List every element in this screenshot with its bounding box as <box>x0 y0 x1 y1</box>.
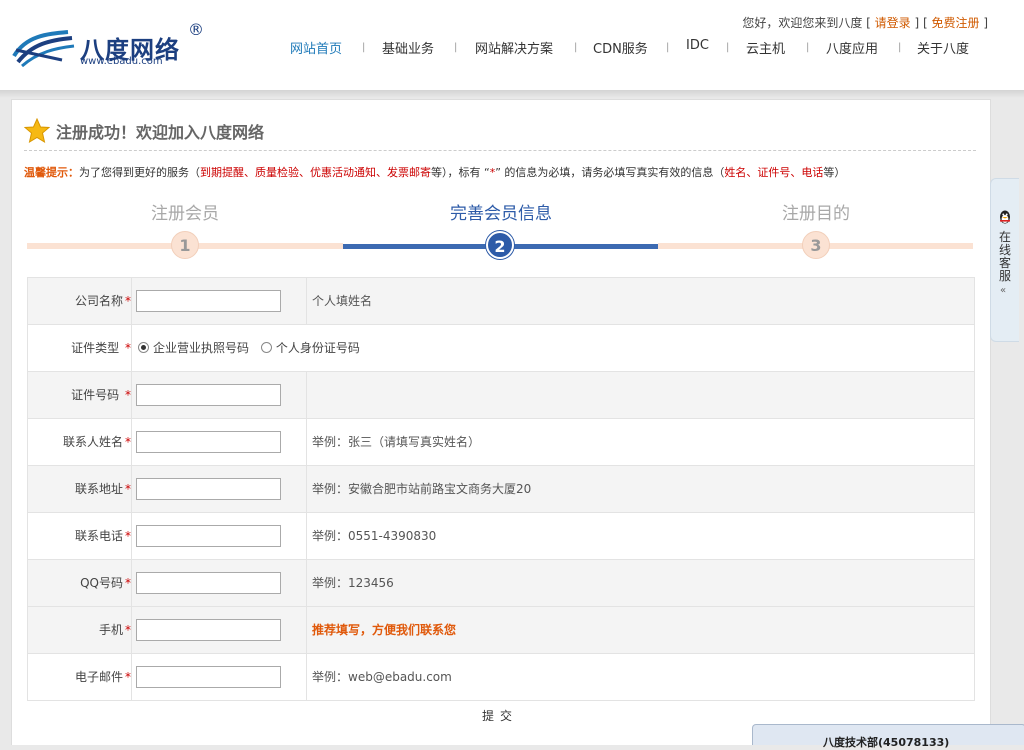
star-icon <box>24 118 50 144</box>
form-row-phone: 联系电话 * 举例：0551-4390830 <box>28 513 974 560</box>
qq-input[interactable] <box>136 572 281 594</box>
member-info-form: 公司名称 * 个人填姓名 证件类型 * 企业营业执照号码 个人身份证号码 证件号码… <box>27 277 975 701</box>
nav-item-website-solutions[interactable]: 网站解决方案 <box>475 38 553 57</box>
nav-item-about[interactable]: 关于八度 <box>917 38 969 57</box>
company-name-label: 公司名称 * <box>28 278 132 324</box>
nav-item-cloud-host[interactable]: 云主机 <box>746 38 785 57</box>
site-header: 八度网络 ® www.ebadu.com 您好，欢迎您来到八度 [ 请登录 ] … <box>0 0 1024 90</box>
form-row-email: 电子邮件 * 举例：web@ebadu.com <box>28 654 974 701</box>
id-type-label: 证件类型 * <box>28 325 132 371</box>
tip-text: 为了您得到更好的服务（ <box>79 166 200 179</box>
email-label: 电子邮件 * <box>28 654 132 700</box>
page-title: 注册成功！欢迎加入八度网络 <box>56 123 265 142</box>
nav-separator: | <box>574 42 578 53</box>
id-type-radios: 企业营业执照号码 个人身份证号码 <box>138 325 360 371</box>
nav-item-basic-services[interactable]: 基础业务 <box>382 38 434 57</box>
nav-item-cdn[interactable]: CDN服务 <box>593 38 648 57</box>
form-row-mobile: 手机 * 推荐填写，方便我们联系您 <box>28 607 974 654</box>
radio-business-license-label[interactable]: 企业营业执照号码 <box>153 341 249 355</box>
email-hint: 举例：web@ebadu.com <box>312 670 452 684</box>
collapse-arrow-icon[interactable]: « <box>1000 285 1006 296</box>
notice-tip: 温馨提示：为了您得到更好的服务（到期提醒、质量检验、优惠活动通知、发票邮寄等），… <box>24 164 845 180</box>
step-label-1: 注册会员 <box>151 204 219 224</box>
logo-registered-mark: ® <box>188 20 204 39</box>
tip-text: 等），标有 “ <box>431 166 490 179</box>
tip-text: 等） <box>823 166 846 179</box>
form-row-company: 公司名称 * 个人填姓名 <box>28 278 974 325</box>
progress-steps: 注册会员 完善会员信息 注册目的 1 2 3 <box>27 195 973 265</box>
contact-name-input[interactable] <box>136 431 281 453</box>
qq-penguin-icon <box>1000 210 1010 224</box>
submit-button[interactable]: 提交 <box>482 707 518 724</box>
mobile-label: 手机 * <box>28 607 132 653</box>
radio-personal-id-label[interactable]: 个人身份证号码 <box>276 341 360 355</box>
online-service-tab[interactable]: 在线客服 « <box>990 178 1019 342</box>
nav-separator: | <box>806 42 810 53</box>
form-row-id-number: 证件号码 * <box>28 372 974 419</box>
register-link[interactable]: 免费注册 <box>931 16 979 30</box>
qq-label: QQ号码 * <box>28 560 132 606</box>
email-input[interactable] <box>136 666 281 688</box>
nav-separator: | <box>898 42 902 53</box>
logo-mark-icon <box>12 30 75 68</box>
step-number-2: 2 <box>486 231 514 259</box>
step-label-3: 注册目的 <box>782 204 850 224</box>
form-row-contact-name: 联系人姓名 * 举例：张三（请填写真实姓名） <box>28 419 974 466</box>
phone-hint: 举例：0551-4390830 <box>312 529 437 543</box>
nav-item-apps[interactable]: 八度应用 <box>826 38 878 57</box>
address-hint: 举例：安徽合肥市站前路宝文商务大厦20 <box>312 482 532 496</box>
top-links: 您好，欢迎您来到八度 [ 请登录 ] [ 免费注册 ] <box>742 16 988 30</box>
logo-url: www.ebadu.com <box>80 56 163 67</box>
login-link[interactable]: 请登录 <box>875 16 911 30</box>
contact-name-label: 联系人姓名 * <box>28 419 132 465</box>
greeting-text: 您好，欢迎您来到八度 <box>742 16 863 30</box>
step-label-2: 完善会员信息 <box>450 204 552 224</box>
nav-item-home[interactable]: 网站首页 <box>290 38 342 57</box>
tip-label: 温馨提示： <box>24 166 79 179</box>
radio-personal-id[interactable] <box>260 342 272 353</box>
qq-hint: 举例：123456 <box>312 576 394 590</box>
tip-text: ” 的信息为必填，请务必填写真实有效的信息（ <box>495 166 725 179</box>
chat-window-title: 八度技术部(45078133) <box>823 736 950 749</box>
chat-window-bar[interactable]: 八度技术部(45078133) <box>752 724 1024 749</box>
id-number-label: 证件号码 * <box>28 372 132 418</box>
mobile-input[interactable] <box>136 619 281 641</box>
header-divider <box>0 90 1024 98</box>
step-number-3: 3 <box>802 231 830 259</box>
form-row-id-type: 证件类型 * 企业营业执照号码 个人身份证号码 <box>28 325 974 372</box>
radio-business-license[interactable] <box>138 342 149 353</box>
tip-highlight: 姓名、证件号、电话 <box>724 166 824 179</box>
address-input[interactable] <box>136 478 281 500</box>
step-number-1: 1 <box>171 231 199 259</box>
nav-separator: | <box>362 42 366 53</box>
address-label: 联系地址 * <box>28 466 132 512</box>
nav-separator: | <box>726 42 730 53</box>
company-name-input[interactable] <box>136 290 281 312</box>
site-logo[interactable]: 八度网络 ® www.ebadu.com <box>12 20 204 72</box>
nav-separator: | <box>454 42 458 53</box>
form-row-address: 联系地址 * 举例：安徽合肥市站前路宝文商务大厦20 <box>28 466 974 513</box>
panel-header: 注册成功！欢迎加入八度网络 <box>24 114 976 151</box>
nav-separator: | <box>666 42 670 53</box>
company-name-hint: 个人填姓名 <box>312 294 373 308</box>
main-panel: 注册成功！欢迎加入八度网络 温馨提示：为了您得到更好的服务（到期提醒、质量检验、… <box>11 99 991 745</box>
form-row-qq: QQ号码 * 举例：123456 <box>28 560 974 607</box>
id-number-input[interactable] <box>136 384 281 406</box>
phone-label: 联系电话 * <box>28 513 132 559</box>
contact-name-hint: 举例：张三（请填写真实姓名） <box>312 435 481 449</box>
tip-highlight: 到期提醒、质量检验、优惠活动通知、发票邮寄 <box>200 166 431 179</box>
nav-item-idc[interactable]: IDC <box>686 38 709 53</box>
mobile-hint: 推荐填写，方便我们联系您 <box>312 623 457 637</box>
online-service-label: 在线客服 <box>999 230 1012 283</box>
phone-input[interactable] <box>136 525 281 547</box>
